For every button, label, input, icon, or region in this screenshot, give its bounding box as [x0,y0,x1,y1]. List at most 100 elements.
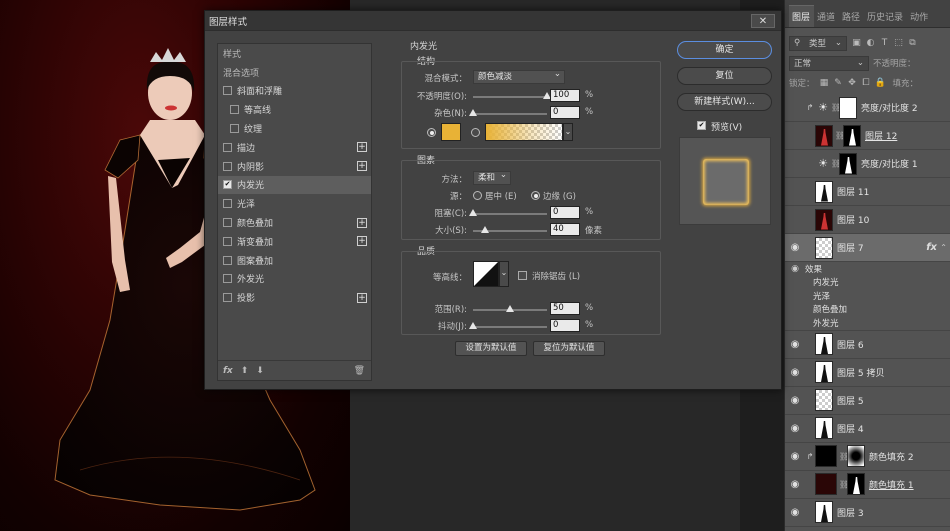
layer-thumbnail[interactable] [815,208,833,231]
checkbox[interactable] [223,142,232,152]
visibility-eye-icon[interactable]: ◉ [785,507,805,518]
glow-color-swatch[interactable] [441,123,461,141]
fx-icon[interactable]: fx [223,366,233,376]
effects-header[interactable]: ◉ 效果 [785,262,950,276]
preview-checkbox[interactable]: ✔ [697,121,706,130]
dialog-titlebar[interactable]: 图层样式 [205,11,781,31]
style-list-item-bevel-emboss[interactable]: 斜面和浮雕 [218,82,371,101]
visibility-eye-icon[interactable]: ◉ [785,158,805,169]
layer-row[interactable]: ◉ 图层 3 [785,499,950,527]
layer-mask-thumbnail[interactable] [847,473,865,495]
style-list-item-outer-glow[interactable]: 外发光 [218,270,371,289]
jitter-input[interactable]: 0 [550,319,580,332]
add-icon[interactable]: + [357,217,367,228]
style-list-item-inner-shadow[interactable]: 内阴影 + [218,157,371,176]
layer-row[interactable]: ◉ ⛓ 颜色填充 1 [785,471,950,499]
style-list-item-pattern-overlay[interactable]: 图案叠加 [218,251,371,270]
visibility-eye-icon[interactable]: ◉ [785,479,805,490]
tab-channels[interactable]: 通道 [814,10,839,27]
visibility-eye-icon[interactable]: ◉ [785,395,805,406]
blend-mode-select[interactable]: 颜色减淡 [473,68,565,84]
new-style-button[interactable]: 新建样式(W)... [677,93,772,111]
layer-thumbnail[interactable] [815,124,833,147]
source-center-radio[interactable] [473,191,482,200]
contour-preview[interactable] [473,261,499,287]
style-list-item-stroke[interactable]: 描边 + [218,138,371,157]
lock-transparent-icon[interactable]: ▦ [819,78,830,89]
fx-icon[interactable]: fx [926,242,937,253]
chevron-down-icon[interactable]: ⌄ [499,261,509,287]
jitter-slider[interactable] [469,322,547,329]
layer-thumbnail[interactable] [815,417,833,439]
range-slider[interactable] [473,305,547,312]
trash-icon[interactable]: 🗑 [354,366,365,376]
tab-history[interactable]: 历史记录 [864,10,907,27]
style-list-item-texture[interactable]: 纹理 [218,119,371,138]
range-input[interactable]: 50 [550,302,580,315]
lock-paint-icon[interactable]: ✎ [833,78,844,89]
style-list-item-satin[interactable]: 光泽 [218,194,371,213]
chevron-down-icon[interactable]: ⌄ [563,123,573,141]
color-radio[interactable] [427,128,436,137]
visibility-eye-icon[interactable]: ◉ [785,339,805,350]
opacity-input[interactable]: 100 [550,89,580,102]
layer-row[interactable]: ◉ 图层 10 [785,206,950,234]
choke-slider[interactable] [469,209,547,216]
move-down-icon[interactable]: ⬇ [256,366,264,376]
layer-thumbnail[interactable] [815,445,837,467]
checkbox-checked[interactable]: ✔ [223,180,232,190]
layer-thumbnail[interactable] [815,361,833,383]
layer-mask-thumbnail[interactable] [839,96,857,119]
style-list-item-inner-glow[interactable]: ✔ 内发光 [218,175,371,195]
checkbox[interactable] [223,274,232,284]
lock-artboard-icon[interactable]: ⧠ [861,78,872,89]
lock-all-icon[interactable]: 🔒 [875,78,886,89]
visibility-eye-icon[interactable]: ◉ [785,423,805,434]
visibility-eye-icon[interactable]: ◉ [785,102,805,113]
choke-slider-knob[interactable] [469,209,477,216]
type-filter-icon[interactable]: T [879,38,890,49]
style-list-item-color-overlay[interactable]: 颜色叠加 + [218,213,371,232]
pixel-filter-icon[interactable]: ▣ [851,38,862,49]
source-edge-radio[interactable] [531,191,540,200]
layer-thumbnail[interactable] [815,236,833,259]
checkbox[interactable] [223,293,232,303]
add-icon[interactable]: + [357,142,367,153]
noise-slider[interactable] [469,109,547,116]
style-list-item-styles[interactable]: 样式 [218,44,371,63]
checkbox[interactable] [223,255,232,265]
size-slider-knob[interactable] [480,226,489,233]
set-default-button[interactable]: 设置为默认值 [455,341,527,356]
noise-slider-knob[interactable] [469,109,477,116]
choke-input[interactable]: 0 [550,206,580,219]
reset-default-button[interactable]: 复位为默认值 [533,341,605,356]
layer-row[interactable]: ◉ 图层 4 [785,415,950,443]
shape-filter-icon[interactable]: ⬚ [893,38,904,49]
style-list-item-gradient-overlay[interactable]: 渐变叠加 + [218,232,371,251]
checkbox[interactable] [230,124,239,134]
layer-row[interactable]: ◉ 图层 5 [785,387,950,415]
checkbox[interactable] [223,199,232,209]
glow-gradient-swatch[interactable] [485,123,563,141]
layer-filter-kind[interactable]: ⚲ 类型 ⌄ [789,35,847,51]
anti-alias-checkbox[interactable] [518,271,527,280]
layer-thumbnail[interactable] [815,473,837,495]
visibility-eye-icon[interactable]: ◉ [785,214,805,225]
tab-actions[interactable]: 动作 [907,10,932,27]
effect-item[interactable]: 颜色叠加 [785,303,950,317]
style-list-item-blending-options[interactable]: 混合选项 [218,63,371,82]
layer-row[interactable]: ◉ 图层 6 [785,331,950,359]
layer-row[interactable]: ◉ ☀ ⛓ 亮度/对比度 1 [785,150,950,178]
tab-layers[interactable]: 图层 [789,5,815,27]
noise-input[interactable]: 0 [550,106,580,119]
jitter-slider-knob[interactable] [469,322,477,329]
layer-row[interactable]: ◉ ↱ ⛓ 颜色填充 2 [785,443,950,471]
adjust-filter-icon[interactable]: ◐ [865,38,876,49]
layer-mask-thumbnail[interactable] [839,152,857,175]
layer-mask-thumbnail[interactable] [847,445,865,467]
style-list-item-drop-shadow[interactable]: 投影 + [218,288,371,307]
tab-paths[interactable]: 路径 [839,10,864,27]
layer-row[interactable]: ◉ ↱ ☀ ⛓ 亮度/对比度 2 [785,94,950,122]
visibility-eye-icon[interactable]: ◉ [785,264,805,274]
layer-row[interactable]: ◉ 图层 11 [785,178,950,206]
